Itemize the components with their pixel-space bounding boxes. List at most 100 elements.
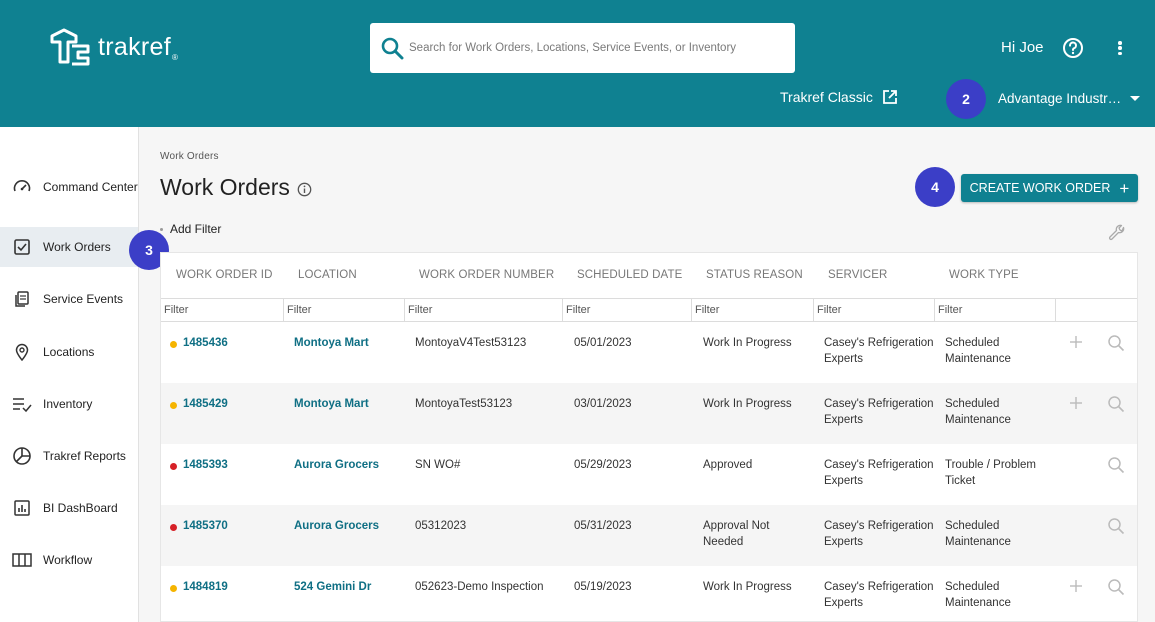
add-filter-label: Add Filter bbox=[170, 222, 222, 236]
sidebar-item-bi-dashboard[interactable]: BI DashBoard bbox=[0, 488, 138, 528]
filter-scheduled-date[interactable] bbox=[563, 299, 691, 321]
add-icon[interactable] bbox=[1068, 578, 1084, 594]
filter-servicer[interactable] bbox=[814, 299, 934, 321]
location-link[interactable]: 524 Gemini Dr bbox=[294, 579, 371, 595]
column-header-scheduled-date[interactable]: SCHEDULED DATE bbox=[577, 269, 682, 281]
help-icon[interactable] bbox=[1062, 37, 1084, 59]
sidebar-item-locations[interactable]: Locations bbox=[0, 332, 138, 372]
servicer: Casey's Refrigeration Experts bbox=[824, 337, 934, 365]
step-badge-4: 4 bbox=[915, 167, 955, 207]
trakref-classic-link[interactable]: Trakref Classic bbox=[780, 89, 898, 105]
work-orders-table: WORK ORDER ID LOCATION WORK ORDER NUMBER… bbox=[160, 252, 1138, 622]
location-link[interactable]: Montoya Mart bbox=[294, 335, 369, 351]
table-row[interactable]: 1485436 Montoya Mart MontoyaV4Test53123 … bbox=[161, 322, 1137, 383]
trakref-logo[interactable]: trakref® bbox=[48, 28, 178, 66]
work-order-number: 052623-Demo Inspection bbox=[415, 581, 544, 593]
table-row[interactable]: 1484819 524 Gemini Dr 052623-Demo Inspec… bbox=[161, 566, 1137, 621]
work-order-id-link[interactable]: 1485393 bbox=[183, 457, 228, 473]
columns-icon bbox=[12, 550, 32, 570]
work-order-id-link[interactable]: 1485370 bbox=[183, 518, 228, 534]
more-menu-icon[interactable] bbox=[1113, 38, 1127, 58]
work-order-number: MontoyaTest53123 bbox=[415, 398, 513, 410]
column-header-servicer[interactable]: SERVICER bbox=[828, 269, 887, 281]
location-link[interactable]: Aurora Grocers bbox=[294, 457, 379, 473]
external-link-icon bbox=[882, 90, 897, 104]
sidebar-item-workflow[interactable]: Workflow bbox=[0, 540, 138, 580]
status-dot bbox=[170, 585, 177, 592]
column-header-work-order-id[interactable]: WORK ORDER ID bbox=[176, 269, 273, 281]
servicer: Casey's Refrigeration Experts bbox=[824, 398, 934, 426]
table-row[interactable]: 1485370 Aurora Grocers 05312023 05/31/20… bbox=[161, 505, 1137, 566]
sidebar-item-inventory[interactable]: Inventory bbox=[0, 384, 138, 424]
filter-work-order-number[interactable] bbox=[405, 299, 562, 321]
scheduled-date: 05/01/2023 bbox=[574, 337, 632, 349]
sidebar-item-label: Workflow bbox=[43, 553, 93, 567]
work-type: Trouble / Problem Ticket bbox=[945, 459, 1036, 487]
search-icon[interactable] bbox=[1107, 578, 1125, 596]
search-icon[interactable] bbox=[1107, 517, 1125, 535]
work-type: Scheduled Maintenance bbox=[945, 398, 1011, 426]
search-icon[interactable] bbox=[1107, 334, 1125, 352]
search-input[interactable] bbox=[409, 42, 795, 54]
servicer: Casey's Refrigeration Experts bbox=[824, 459, 934, 487]
filter-status-reason[interactable] bbox=[692, 299, 813, 321]
wrench-icon[interactable] bbox=[1108, 224, 1126, 242]
scheduled-date: 05/29/2023 bbox=[574, 459, 632, 471]
filter-row bbox=[161, 298, 1137, 322]
column-header-status-reason[interactable]: STATUS REASON bbox=[706, 269, 803, 281]
search-icon[interactable] bbox=[1107, 456, 1125, 474]
column-header-work-type[interactable]: WORK TYPE bbox=[949, 269, 1019, 281]
location-link[interactable]: Montoya Mart bbox=[294, 396, 369, 412]
table-row[interactable]: 1485429 Montoya Mart MontoyaTest53123 03… bbox=[161, 383, 1137, 444]
sidebar-item-trakref-reports[interactable]: Trakref Reports bbox=[0, 436, 138, 476]
table-row[interactable]: 1485393 Aurora Grocers SN WO# 05/29/2023… bbox=[161, 444, 1137, 505]
sidebar-item-label: Command Center bbox=[43, 180, 138, 194]
sidebar-item-command-center[interactable]: Command Center bbox=[0, 167, 138, 207]
work-order-id-link[interactable]: 1484819 bbox=[183, 579, 228, 595]
add-icon[interactable] bbox=[1068, 395, 1084, 411]
sidebar-item-label: BI DashBoard bbox=[43, 501, 118, 515]
scheduled-date: 05/19/2023 bbox=[574, 581, 632, 593]
account-selector[interactable]: Advantage Industr… bbox=[998, 91, 1141, 106]
plus-icon: + bbox=[1119, 178, 1130, 198]
filter-work-type[interactable] bbox=[935, 299, 1055, 321]
filter-location[interactable] bbox=[284, 299, 404, 321]
page-title-text: Work Orders bbox=[160, 174, 290, 200]
sidebar-item-work-orders[interactable]: Work Orders bbox=[0, 227, 138, 267]
work-order-id-link[interactable]: 1485429 bbox=[183, 396, 228, 412]
status-dot bbox=[170, 341, 177, 348]
list-check-icon bbox=[12, 394, 32, 414]
work-order-number: MontoyaV4Test53123 bbox=[415, 337, 527, 349]
info-icon[interactable] bbox=[297, 182, 312, 197]
filter-work-order-id[interactable] bbox=[161, 299, 283, 321]
sidebar-item-label: Service Events bbox=[43, 292, 124, 306]
location-link[interactable]: Aurora Grocers bbox=[294, 518, 379, 534]
user-greeting[interactable]: Hi Joe bbox=[1001, 39, 1044, 56]
status-reason: Approved bbox=[703, 459, 753, 471]
work-type: Scheduled Maintenance bbox=[945, 520, 1011, 548]
bar-chart-icon bbox=[12, 498, 32, 518]
pie-chart-icon bbox=[12, 446, 32, 466]
add-filter-button[interactable]: Add Filter bbox=[160, 222, 221, 236]
search-icon[interactable] bbox=[1107, 395, 1125, 413]
global-search[interactable] bbox=[370, 23, 795, 73]
column-header-work-order-number[interactable]: WORK ORDER NUMBER bbox=[419, 269, 554, 281]
work-order-number: 05312023 bbox=[415, 520, 467, 532]
status-dot bbox=[170, 524, 177, 531]
create-work-order-button[interactable]: CREATE WORK ORDER + bbox=[961, 174, 1138, 202]
add-icon[interactable] bbox=[1068, 334, 1084, 350]
scheduled-date: 05/31/2023 bbox=[574, 520, 632, 532]
sidebar-item-service-events[interactable]: Service Events bbox=[0, 279, 138, 319]
status-reason: Work In Progress bbox=[703, 581, 792, 593]
work-order-id-link[interactable]: 1485436 bbox=[183, 335, 228, 351]
page-title: Work Orders bbox=[160, 174, 312, 201]
breadcrumb[interactable]: Work Orders bbox=[160, 151, 219, 162]
status-reason: Work In Progress bbox=[703, 398, 792, 410]
copy-icon bbox=[12, 289, 32, 309]
status-reason: Work In Progress bbox=[703, 337, 792, 349]
search-icon bbox=[379, 35, 405, 61]
sidebar-item-label: Work Orders bbox=[43, 240, 111, 254]
create-work-order-label: CREATE WORK ORDER bbox=[969, 181, 1111, 195]
gauge-icon bbox=[12, 177, 32, 197]
column-header-location[interactable]: LOCATION bbox=[298, 269, 357, 281]
